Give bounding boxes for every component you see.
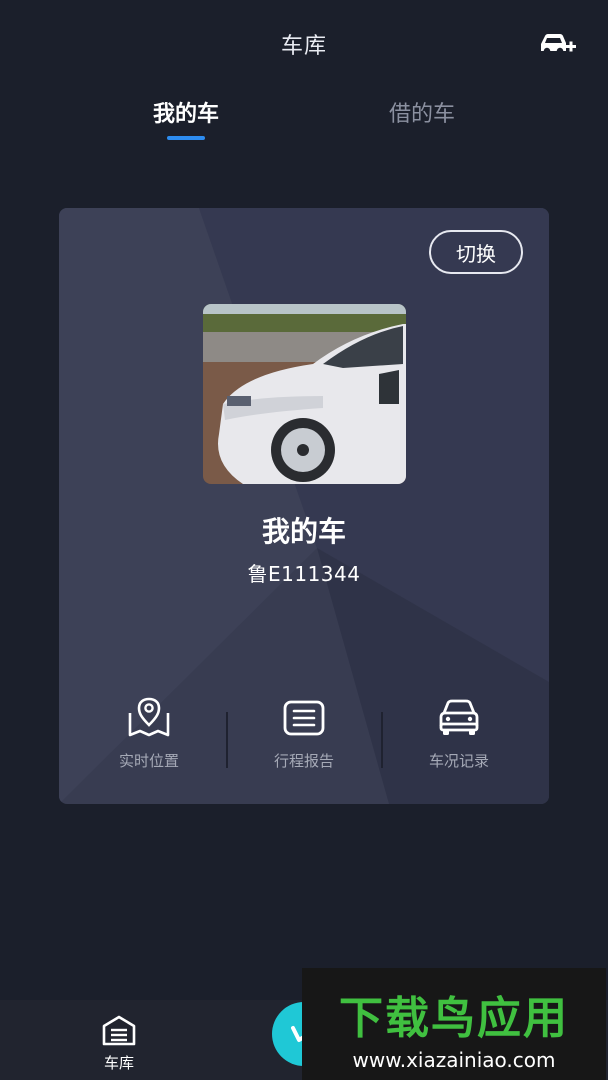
watermark-logo: 下载鸟应用: [339, 993, 569, 1044]
page-title: 车库: [280, 34, 327, 59]
nav-item-garage-label: 车库: [103, 1054, 134, 1072]
map-pin-icon: [128, 697, 170, 737]
car-icon: [439, 699, 479, 735]
watermark-url: www.xiazainiao.com: [352, 1048, 556, 1072]
add-car-icon: [541, 34, 576, 55]
tab-borrowed-car[interactable]: 借的车: [342, 96, 502, 146]
add-car-button[interactable]: [536, 28, 580, 62]
action-realtime-location-label: 实时位置: [118, 752, 179, 770]
action-trip-report-label: 行程报告: [273, 752, 334, 770]
action-car-condition-label: 车况记录: [428, 752, 489, 770]
active-tab-indicator: [167, 136, 205, 140]
car-name: 我的车: [261, 515, 346, 548]
action-car-condition[interactable]: 车况记录: [381, 696, 537, 776]
action-realtime-location[interactable]: 实时位置: [71, 696, 227, 776]
nav-item-garage[interactable]: 车库: [88, 1014, 150, 1078]
watermark: 下载鸟应用 www.xiazainiao.com: [302, 968, 606, 1080]
car-card: 切换 我的车 鲁E111344 实时位置 行程报告 车况记录: [59, 208, 549, 804]
garage-screen: 车库 我的车 借的车 切换 我的车 鲁E111344 实时位置 行程报告 车况记…: [0, 0, 608, 1080]
garage-icon: [102, 1015, 136, 1046]
action-trip-report[interactable]: 行程报告: [226, 696, 382, 776]
trip-report-icon: [283, 700, 325, 736]
license-plate: 鲁E111344: [247, 562, 361, 586]
switch-car-button[interactable]: 切换: [429, 230, 523, 274]
car-photo: [203, 304, 406, 484]
